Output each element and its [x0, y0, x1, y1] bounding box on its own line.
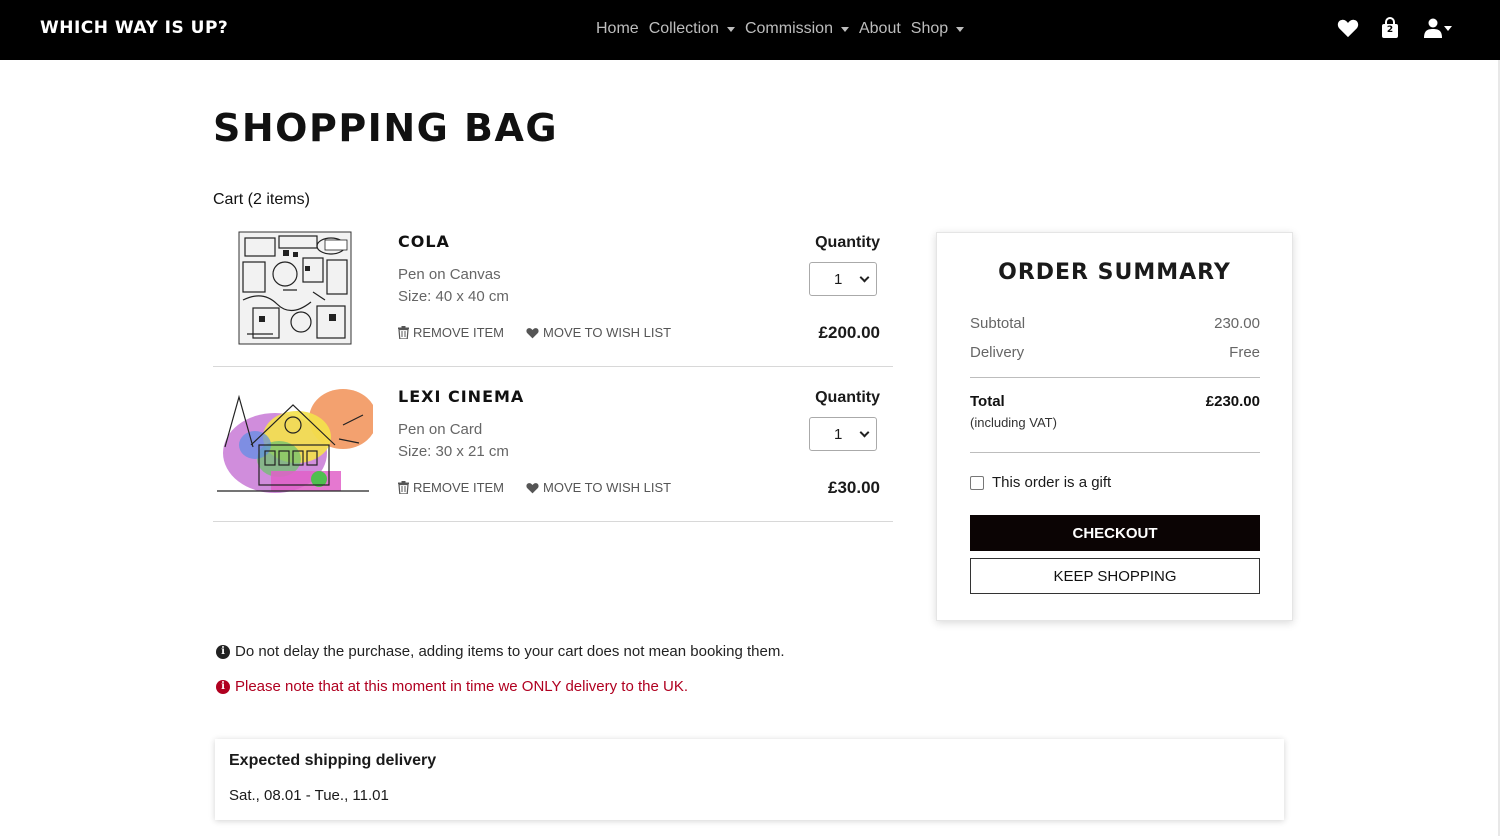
vat-note: (including VAT): [970, 415, 1057, 430]
quantity-value: 1: [834, 270, 843, 288]
nav-link-home[interactable]: Home: [596, 20, 639, 38]
purchase-notice-text: Do not delay the purchase, adding items …: [235, 643, 785, 660]
item-price: £200.00: [818, 323, 880, 342]
main-nav: Home Collection Commission About Shop: [596, 20, 965, 38]
product-image-lexi-cinema[interactable]: [213, 385, 373, 500]
move-to-wishlist-label: MOVE TO WISH LIST: [543, 325, 672, 340]
nav-icons: 2: [1336, 16, 1456, 40]
checkout-button[interactable]: CHECKOUT: [970, 515, 1260, 551]
remove-item-label: REMOVE ITEM: [413, 325, 505, 340]
quantity-label: Quantity: [815, 389, 880, 406]
total-value: £230.00: [1205, 393, 1260, 410]
heart-icon: [526, 327, 539, 338]
gift-checkbox-row[interactable]: This order is a gift: [970, 474, 1111, 491]
nav-link-label: Commission: [744, 20, 833, 37]
bag-button[interactable]: 2: [1378, 16, 1402, 40]
gift-checkbox[interactable]: [970, 475, 984, 490]
delivery-row: Delivery Free: [970, 344, 1260, 361]
keep-shopping-button[interactable]: KEEP SHOPPING: [970, 558, 1260, 594]
order-summary-title: ORDER SUMMARY: [998, 260, 1231, 285]
divider: [970, 452, 1260, 453]
caret-down-icon: [840, 26, 849, 32]
delivery-warning: i Please note that at this moment in tim…: [216, 678, 688, 695]
heart-icon: [1337, 19, 1359, 38]
item-price: £30.00: [828, 478, 880, 497]
order-summary-card: ORDER SUMMARY Subtotal 230.00 Delivery F…: [936, 232, 1293, 621]
remove-item-button[interactable]: REMOVE ITEM: [398, 480, 504, 495]
info-icon: i: [216, 644, 230, 659]
remove-item-label: REMOVE ITEM: [413, 480, 505, 495]
nav-link-label: Shop: [910, 20, 949, 37]
total-row: Total £230.00: [970, 393, 1260, 410]
subtotal-value: 230.00: [1214, 315, 1260, 332]
item-medium: Pen on Card: [398, 421, 483, 438]
quantity-value: 1: [834, 425, 843, 443]
shipping-dates: Sat., 08.01 - Tue., 11.01: [229, 787, 389, 804]
shipping-estimate-card: Expected shipping delivery Sat., 08.01 -…: [215, 739, 1284, 820]
item-actions: REMOVE ITEM MOVE TO WISH LIST: [398, 325, 671, 340]
product-image-cola[interactable]: [213, 230, 373, 345]
nav-link-about[interactable]: About: [859, 20, 901, 38]
info-icon: i: [216, 679, 230, 694]
subtotal-label: Subtotal: [970, 315, 1026, 332]
nav-link-collection[interactable]: Collection: [649, 20, 735, 38]
quantity-label: Quantity: [815, 234, 880, 251]
page-title: SHOPPING BAG: [213, 106, 559, 150]
caret-down-icon: [726, 26, 735, 32]
move-to-wishlist-button[interactable]: MOVE TO WISH LIST: [526, 325, 671, 340]
heart-icon: [526, 482, 539, 493]
cart-count: Cart (2 items): [213, 191, 310, 208]
chevron-down-icon: [859, 272, 870, 282]
purchase-notice: i Do not delay the purchase, adding item…: [216, 643, 785, 660]
move-to-wishlist-button[interactable]: MOVE TO WISH LIST: [526, 480, 671, 495]
item-medium: Pen on Canvas: [398, 266, 501, 283]
cart-item: COLA Pen on Canvas Size: 40 x 40 cm REMO…: [213, 212, 893, 367]
brand-logo[interactable]: WHICH WAY IS UP?: [40, 18, 228, 38]
gift-label: This order is a gift: [992, 474, 1112, 491]
user-icon: [1424, 18, 1442, 38]
divider: [970, 377, 1260, 378]
quantity-select[interactable]: 1: [809, 417, 877, 451]
caret-down-icon: [1444, 25, 1452, 31]
nav-link-label: Home: [596, 20, 639, 37]
cart-item: LEXI CINEMA Pen on Card Size: 30 x 21 cm…: [213, 367, 893, 522]
move-to-wishlist-label: MOVE TO WISH LIST: [543, 480, 672, 495]
caret-down-icon: [956, 26, 965, 32]
delivery-label: Delivery: [970, 344, 1025, 361]
nav-link-commission[interactable]: Commission: [745, 20, 849, 38]
trash-icon: [398, 326, 409, 339]
account-menu-button[interactable]: [1420, 16, 1456, 40]
item-size: Size: 30 x 21 cm: [398, 443, 509, 460]
item-name[interactable]: COLA: [398, 232, 450, 251]
item-size: Size: 40 x 40 cm: [398, 288, 509, 305]
item-name[interactable]: LEXI CINEMA: [398, 387, 524, 406]
item-actions: REMOVE ITEM MOVE TO WISH LIST: [398, 480, 671, 495]
remove-item-button[interactable]: REMOVE ITEM: [398, 325, 504, 340]
nav-link-label: About: [858, 20, 901, 37]
wishlist-button[interactable]: [1336, 16, 1360, 40]
nav-link-label: Collection: [648, 20, 719, 37]
top-navbar: WHICH WAY IS UP? Home Collection Commiss…: [0, 0, 1500, 60]
bag-count-badge: 2: [1386, 25, 1394, 35]
subtotal-row: Subtotal 230.00: [970, 315, 1260, 332]
shipping-title: Expected shipping delivery: [229, 752, 437, 769]
trash-icon: [398, 481, 409, 494]
total-label: Total: [970, 393, 1005, 410]
chevron-down-icon: [859, 427, 870, 437]
delivery-value: Free: [1229, 344, 1260, 361]
delivery-warning-text: Please note that at this moment in time …: [235, 678, 688, 695]
nav-link-shop[interactable]: Shop: [910, 20, 965, 38]
quantity-select[interactable]: 1: [809, 262, 877, 296]
